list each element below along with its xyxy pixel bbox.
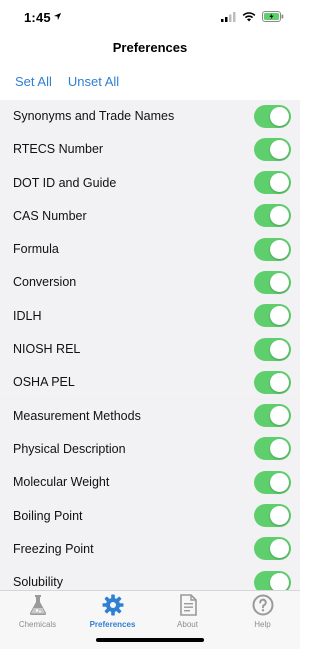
- toggle-knob: [270, 439, 289, 459]
- preference-label: OSHA PEL: [13, 375, 75, 390]
- document-icon: [179, 594, 197, 616]
- preference-toggle[interactable]: [254, 537, 291, 561]
- preference-label: Conversion: [13, 275, 77, 290]
- toggle-knob: [270, 206, 289, 226]
- preference-label: IDLH: [13, 308, 42, 323]
- tab-label: Help: [254, 620, 271, 629]
- tab-help[interactable]: Help: [225, 593, 300, 629]
- preference-row[interactable]: Molecular Weight: [0, 466, 300, 499]
- battery-icon: [262, 11, 284, 22]
- preference-toggle[interactable]: [254, 370, 291, 394]
- preference-toggle[interactable]: [254, 204, 291, 228]
- preference-toggle[interactable]: [254, 137, 291, 161]
- location-arrow-icon: [53, 12, 62, 21]
- preference-row[interactable]: Synonyms and Trade Names: [0, 100, 300, 132]
- preference-label: RTECS Number: [13, 142, 104, 157]
- tab-about[interactable]: About: [150, 593, 225, 629]
- toggle-knob: [270, 239, 289, 259]
- unset-all-button[interactable]: Unset All: [68, 74, 119, 89]
- preference-label: NIOSH REL: [13, 342, 81, 357]
- preference-toggle[interactable]: [254, 337, 291, 361]
- preference-label: Freezing Point: [13, 541, 94, 556]
- preference-row[interactable]: NIOSH REL: [0, 333, 300, 366]
- preference-toggle[interactable]: [254, 570, 291, 590]
- preference-label: Physical Description: [13, 441, 126, 456]
- preference-label: Formula: [13, 242, 59, 257]
- preference-label: DOT ID and Guide: [13, 175, 117, 190]
- preference-row[interactable]: IDLH: [0, 299, 300, 332]
- flask-icon: [29, 595, 46, 615]
- tab-label: Chemicals: [18, 620, 57, 629]
- tab-preferences[interactable]: Preferences: [75, 593, 150, 629]
- gear-icon: [102, 594, 123, 616]
- toggle-knob: [270, 106, 289, 126]
- preference-row[interactable]: Physical Description: [0, 432, 300, 465]
- preference-label: Solubility: [13, 575, 64, 590]
- preference-row[interactable]: Freezing Point: [0, 532, 300, 565]
- set-all-button[interactable]: Set All: [15, 74, 52, 89]
- preference-toggle[interactable]: [254, 104, 291, 128]
- preference-row[interactable]: DOT ID and Guide: [0, 166, 300, 199]
- tab-label: Preferences: [89, 620, 136, 629]
- preference-row[interactable]: Boiling Point: [0, 499, 300, 532]
- toggle-knob: [270, 272, 289, 292]
- preference-toggle[interactable]: [254, 304, 291, 328]
- bulk-actions: Set All Unset All: [15, 74, 119, 89]
- toggle-knob: [270, 539, 289, 559]
- preference-row[interactable]: OSHA PEL: [0, 366, 300, 399]
- tab-label: About: [177, 620, 198, 629]
- preference-row[interactable]: Measurement Methods: [0, 399, 300, 432]
- preference-toggle[interactable]: [254, 237, 291, 261]
- preference-toggle[interactable]: [254, 504, 291, 528]
- preference-label: Measurement Methods: [13, 408, 141, 423]
- toggle-knob: [270, 306, 289, 326]
- preference-row[interactable]: RTECS Number: [0, 133, 300, 166]
- tab-chemicals[interactable]: Chemicals: [0, 593, 75, 629]
- status-time: 1:45: [24, 10, 51, 25]
- cellular-signal-icon: [221, 11, 236, 22]
- home-indicator: [96, 638, 204, 642]
- toggle-knob: [270, 372, 289, 392]
- preference-label: Synonyms and Trade Names: [13, 109, 175, 123]
- preference-toggle[interactable]: [254, 404, 291, 428]
- preference-label: Boiling Point: [13, 508, 83, 523]
- preference-toggle[interactable]: [254, 270, 291, 294]
- toggle-knob: [270, 406, 289, 426]
- toggle-knob: [270, 572, 289, 590]
- page-title: Preferences: [112, 40, 188, 55]
- preference-label: Molecular Weight: [13, 475, 110, 490]
- preference-toggle[interactable]: [254, 437, 291, 461]
- toggle-knob: [270, 173, 289, 193]
- status-bar: 1:45: [0, 0, 300, 34]
- preference-row[interactable]: Formula: [0, 233, 300, 266]
- preference-row[interactable]: Conversion: [0, 266, 300, 299]
- preference-toggle[interactable]: [254, 470, 291, 494]
- preference-label: CAS Number: [13, 208, 87, 223]
- toggle-knob: [270, 472, 289, 492]
- toggle-knob: [270, 339, 289, 359]
- toggle-knob: [270, 506, 289, 526]
- preferences-list[interactable]: Synonyms and Trade Names RTECS Number DO…: [0, 100, 300, 590]
- help-icon: [252, 594, 273, 616]
- preference-row[interactable]: CAS Number: [0, 199, 300, 232]
- preference-row[interactable]: Solubility: [0, 566, 300, 590]
- toggle-knob: [270, 139, 289, 159]
- preference-toggle[interactable]: [254, 171, 291, 195]
- wifi-icon: [242, 11, 256, 21]
